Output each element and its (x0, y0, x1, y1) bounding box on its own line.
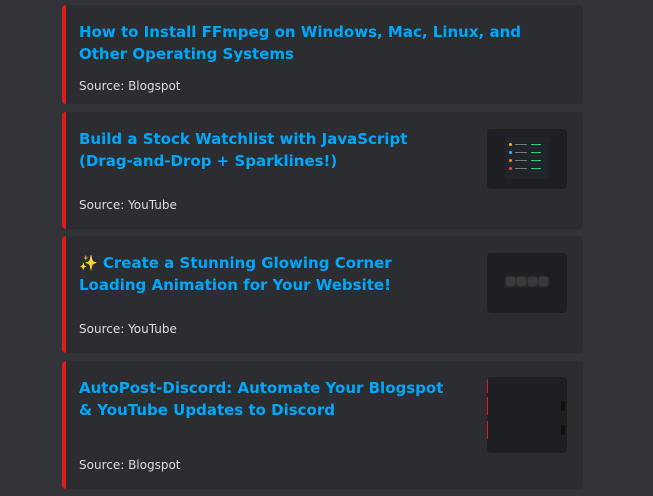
mini-embed-graphic (491, 381, 563, 389)
mini-thumbnail-graphic (561, 401, 565, 411)
embed-source: Source: YouTube (79, 322, 177, 336)
mini-embed-graphic (491, 399, 563, 407)
embed-accent-bar (62, 5, 66, 104)
mini-thumbnail-graphic (561, 425, 565, 435)
embed-source: Source: YouTube (79, 198, 177, 212)
embed-title-link[interactable]: How to Install FFmpeg on Windows, Mac, L… (79, 21, 569, 65)
mini-accent-bar (487, 421, 488, 439)
embed-accent-bar (62, 112, 66, 229)
loading-animation-thumbnail[interactable] (487, 253, 567, 313)
link-embed: AutoPost-Discord: Automate Your Blogspot… (62, 361, 583, 489)
link-embed: How to Install FFmpeg on Windows, Mac, L… (62, 5, 583, 104)
loader-square-graphic (528, 277, 537, 286)
mini-accent-bar (487, 379, 488, 393)
discord-preview-thumbnail[interactable] (487, 377, 567, 453)
loader-square-graphic (506, 277, 515, 286)
stock-watchlist-thumbnail[interactable] (487, 129, 567, 189)
message-feed: How to Install FFmpeg on Windows, Mac, L… (0, 0, 653, 496)
mini-embed-graphic (491, 423, 563, 431)
loader-square-graphic (539, 277, 548, 286)
embed-source: Source: Blogspot (79, 458, 181, 472)
link-embed: Build a Stock Watchlist with JavaScript … (62, 112, 583, 229)
embed-source: Source: Blogspot (79, 79, 181, 93)
embed-title-link[interactable]: ✨ Create a Stunning Glowing Corner Loadi… (79, 252, 459, 296)
link-embed: ✨ Create a Stunning Glowing Corner Loadi… (62, 236, 583, 353)
loader-square-graphic (517, 277, 526, 286)
embed-title-link[interactable]: AutoPost-Discord: Automate Your Blogspot… (79, 377, 459, 421)
embed-accent-bar (62, 361, 66, 489)
watchlist-panel-graphic (505, 137, 549, 179)
embed-accent-bar (62, 236, 66, 353)
embed-title-link[interactable]: Build a Stock Watchlist with JavaScript … (79, 128, 459, 172)
mini-accent-bar (487, 397, 488, 415)
